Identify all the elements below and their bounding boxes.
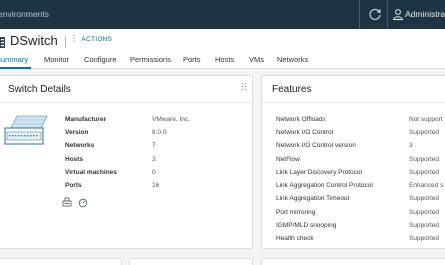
tab-configure[interactable]: Configure bbox=[84, 55, 117, 64]
tab-hosts[interactable]: Hosts bbox=[215, 55, 234, 64]
speed-icon[interactable] bbox=[78, 198, 88, 208]
active-tab-indicator bbox=[0, 67, 31, 69]
features-card: Features Network Offloads Not support Ne… bbox=[261, 75, 445, 249]
more-vertical-icon: ⋮ bbox=[70, 34, 79, 43]
refresh-icon[interactable] bbox=[367, 7, 383, 23]
switch-illustration-icon bbox=[4, 115, 48, 145]
feature-label: Link Aggregation Timeout bbox=[276, 195, 350, 202]
object-header: DSwitch ⋮ ACTIONS Summary Monitor Config… bbox=[0, 29, 445, 69]
networks-value: 7 bbox=[152, 142, 156, 149]
ports-value: 16 bbox=[152, 182, 160, 189]
divider bbox=[359, 0, 360, 29]
bottom-card bbox=[261, 258, 445, 265]
version-label: Version bbox=[65, 129, 89, 136]
breadcrumb[interactable]: environments bbox=[0, 9, 49, 19]
ports-label: Ports bbox=[65, 182, 82, 189]
distributed-switch-icon bbox=[0, 37, 5, 48]
networks-label: Networks bbox=[65, 142, 95, 149]
tab-monitor[interactable]: Monitor bbox=[44, 55, 69, 64]
actions-label: ACTIONS bbox=[81, 35, 113, 43]
feature-label: Link Aggregation Control Protocol bbox=[276, 182, 373, 189]
user-icon[interactable] bbox=[392, 8, 404, 20]
card-title: Features bbox=[272, 84, 312, 95]
tab-bar: Summary Monitor Configure Permissions Po… bbox=[0, 54, 445, 69]
page-title: DSwitch bbox=[10, 33, 58, 48]
top-bar: environments Administrat bbox=[0, 0, 445, 29]
feature-label: IGMP/MLD snooping bbox=[276, 222, 337, 229]
manufacturer-label: Manufacturer bbox=[65, 116, 107, 123]
feature-label: Network Offloads bbox=[276, 116, 326, 123]
feature-value: Supported bbox=[409, 222, 439, 229]
feature-value: Supported bbox=[409, 235, 439, 242]
feature-value: 3 bbox=[409, 142, 413, 149]
divider bbox=[262, 102, 445, 103]
card-title: Switch Details bbox=[8, 84, 71, 95]
switch-details-card: Switch Details Manufacturer VMware, Inc.… bbox=[0, 75, 254, 249]
user-menu[interactable]: Administrat bbox=[405, 9, 445, 19]
feature-value: Supported bbox=[409, 156, 439, 163]
bottom-card bbox=[0, 258, 122, 265]
tab-ports[interactable]: Ports bbox=[183, 55, 201, 64]
tab-summary[interactable]: Summary bbox=[0, 55, 28, 64]
feature-label: Health check bbox=[276, 235, 314, 242]
feature-value: Supported bbox=[409, 209, 439, 216]
hosts-label: Hosts bbox=[65, 156, 84, 163]
feature-value: Supported bbox=[409, 169, 439, 176]
version-value: 8.0.0 bbox=[152, 129, 167, 136]
feature-value: Enhanced s bbox=[409, 182, 444, 189]
tab-vms[interactable]: VMs bbox=[249, 55, 264, 64]
tab-permissions[interactable]: Permissions bbox=[130, 55, 171, 64]
feature-value: Not support bbox=[409, 116, 443, 123]
divider bbox=[0, 102, 254, 103]
actions-menu-button[interactable]: ⋮ ACTIONS bbox=[70, 35, 112, 43]
feature-label: Port mirroring bbox=[276, 209, 316, 216]
virtual-machines-label: Virtual machines bbox=[65, 169, 117, 176]
feature-value: Supported bbox=[409, 129, 439, 136]
bottom-card bbox=[129, 258, 253, 265]
feature-label: NetFlow bbox=[276, 156, 300, 163]
drag-handle-icon[interactable] bbox=[241, 82, 247, 91]
feature-label: Network I/O Control version bbox=[276, 142, 356, 149]
divider bbox=[387, 0, 388, 29]
manufacturer-value: VMware, Inc. bbox=[152, 116, 190, 123]
tab-networks[interactable]: Networks bbox=[277, 55, 308, 64]
virtual-machines-value: 0 bbox=[152, 169, 156, 176]
hosts-value: 3 bbox=[152, 156, 156, 163]
feature-value: Supported bbox=[409, 195, 439, 202]
feature-label: Network I/O Control bbox=[276, 129, 334, 136]
divider bbox=[65, 37, 66, 48]
feature-label: Link Layer Discovery Protocol bbox=[276, 169, 362, 176]
host-network-icon[interactable] bbox=[62, 197, 72, 207]
